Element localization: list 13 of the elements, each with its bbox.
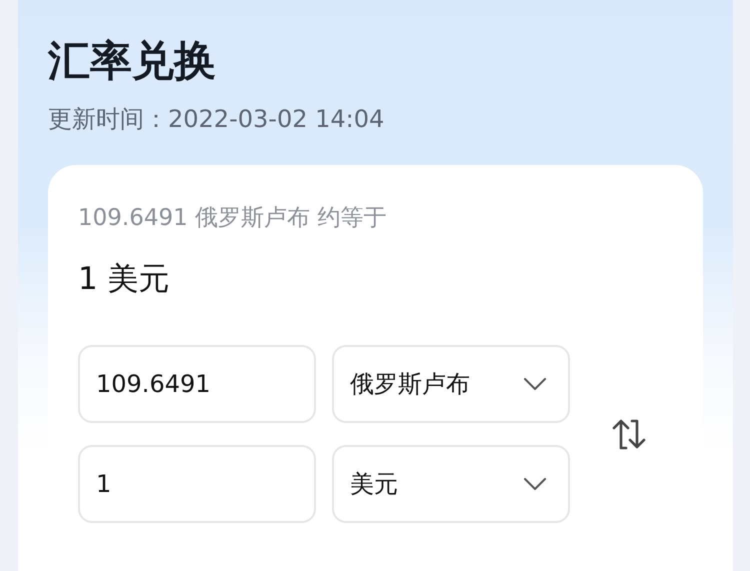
conversion-result: 1 美元 bbox=[78, 260, 171, 299]
amount-field[interactable]: 1 bbox=[78, 445, 316, 523]
chevron-down-icon bbox=[524, 378, 546, 390]
swap-icon[interactable] bbox=[612, 417, 646, 451]
conversion-summary: 109.6491 俄罗斯卢布 约等于 bbox=[78, 204, 388, 233]
update-time: 更新时间：2022-03-02 14:04 bbox=[48, 104, 386, 135]
currency-select[interactable]: 美元 bbox=[332, 445, 570, 523]
currency-label: 美元 bbox=[350, 469, 398, 500]
currency-label: 俄罗斯卢布 bbox=[350, 369, 470, 400]
amount-field[interactable]: 109.6491 bbox=[78, 345, 316, 423]
currency-select[interactable]: 俄罗斯卢布 bbox=[332, 345, 570, 423]
page-title: 汇率兑换 bbox=[48, 35, 217, 87]
chevron-down-icon bbox=[524, 478, 546, 490]
